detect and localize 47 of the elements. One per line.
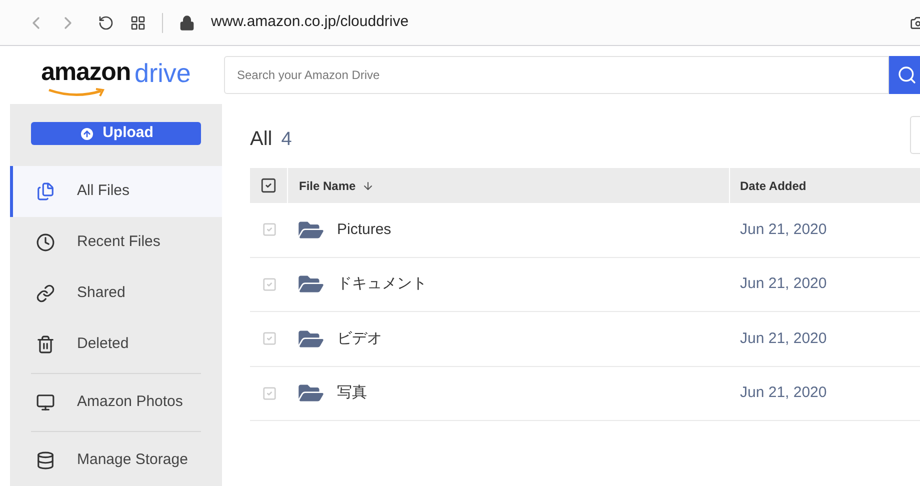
row-checkbox[interactable] bbox=[262, 276, 276, 292]
table-row[interactable]: ビデオ Jun 21, 2020 bbox=[250, 312, 920, 366]
database-icon bbox=[36, 451, 55, 470]
row-checkbox[interactable] bbox=[262, 222, 276, 238]
upload-button[interactable]: Upload bbox=[31, 122, 201, 145]
trash-icon bbox=[36, 335, 55, 354]
reload-icon[interactable] bbox=[98, 14, 114, 30]
search-icon bbox=[897, 65, 917, 85]
amazon-drive-logo[interactable]: amazon drive bbox=[10, 54, 222, 96]
link-icon bbox=[36, 284, 55, 303]
table-row[interactable]: ドキュメント Jun 21, 2020 bbox=[250, 258, 920, 312]
sidebar-item[interactable]: All Files bbox=[10, 166, 222, 217]
date-added: Jun 21, 2020 bbox=[739, 220, 827, 240]
clock-icon bbox=[36, 233, 55, 252]
file-name[interactable]: Pictures bbox=[337, 218, 392, 241]
sidebar-item[interactable]: Manage Storage bbox=[10, 435, 222, 486]
row-checkbox[interactable] bbox=[262, 386, 276, 401]
url-text[interactable]: www.amazon.co.jp/clouddrive bbox=[211, 11, 409, 34]
sort-arrow-icon[interactable] bbox=[362, 180, 374, 192]
file-name[interactable]: ドキュメント bbox=[337, 273, 427, 296]
file-name[interactable]: ビデオ bbox=[337, 328, 382, 350]
lock-icon bbox=[179, 14, 195, 30]
file-name[interactable]: 写真 bbox=[337, 382, 367, 404]
sidebar-item[interactable]: Recent Files bbox=[10, 217, 222, 268]
monitor-icon bbox=[36, 393, 55, 412]
date-added: Jun 21, 2020 bbox=[739, 328, 827, 348]
item-count: 4 bbox=[281, 128, 292, 152]
sidebar-item[interactable]: Amazon Photos bbox=[10, 377, 222, 428]
files-icon bbox=[36, 182, 55, 201]
page-title: All bbox=[250, 127, 272, 152]
folder-icon bbox=[298, 273, 324, 296]
upload-icon bbox=[78, 126, 95, 142]
search-field[interactable]: Search your Amazon Drive bbox=[224, 56, 889, 94]
row-checkbox[interactable] bbox=[262, 331, 276, 346]
table-row[interactable]: 写真 Jun 21, 2020 bbox=[250, 366, 920, 421]
select-all-checkbox[interactable] bbox=[260, 177, 277, 194]
search-button[interactable] bbox=[889, 56, 920, 94]
smile-arrow-icon bbox=[47, 88, 106, 98]
folder-icon bbox=[298, 382, 324, 404]
sidebar-item[interactable]: Deleted bbox=[10, 319, 222, 370]
table-row[interactable]: Pictures Jun 21, 2020 bbox=[250, 203, 920, 258]
date-added: Jun 21, 2020 bbox=[739, 274, 827, 294]
grid-icon[interactable] bbox=[130, 14, 146, 30]
date-added: Jun 21, 2020 bbox=[739, 383, 827, 403]
column-header[interactable]: File Name bbox=[299, 176, 356, 194]
column-header[interactable]: Date Added bbox=[730, 176, 806, 194]
sidebar-item[interactable]: Shared bbox=[10, 268, 222, 319]
